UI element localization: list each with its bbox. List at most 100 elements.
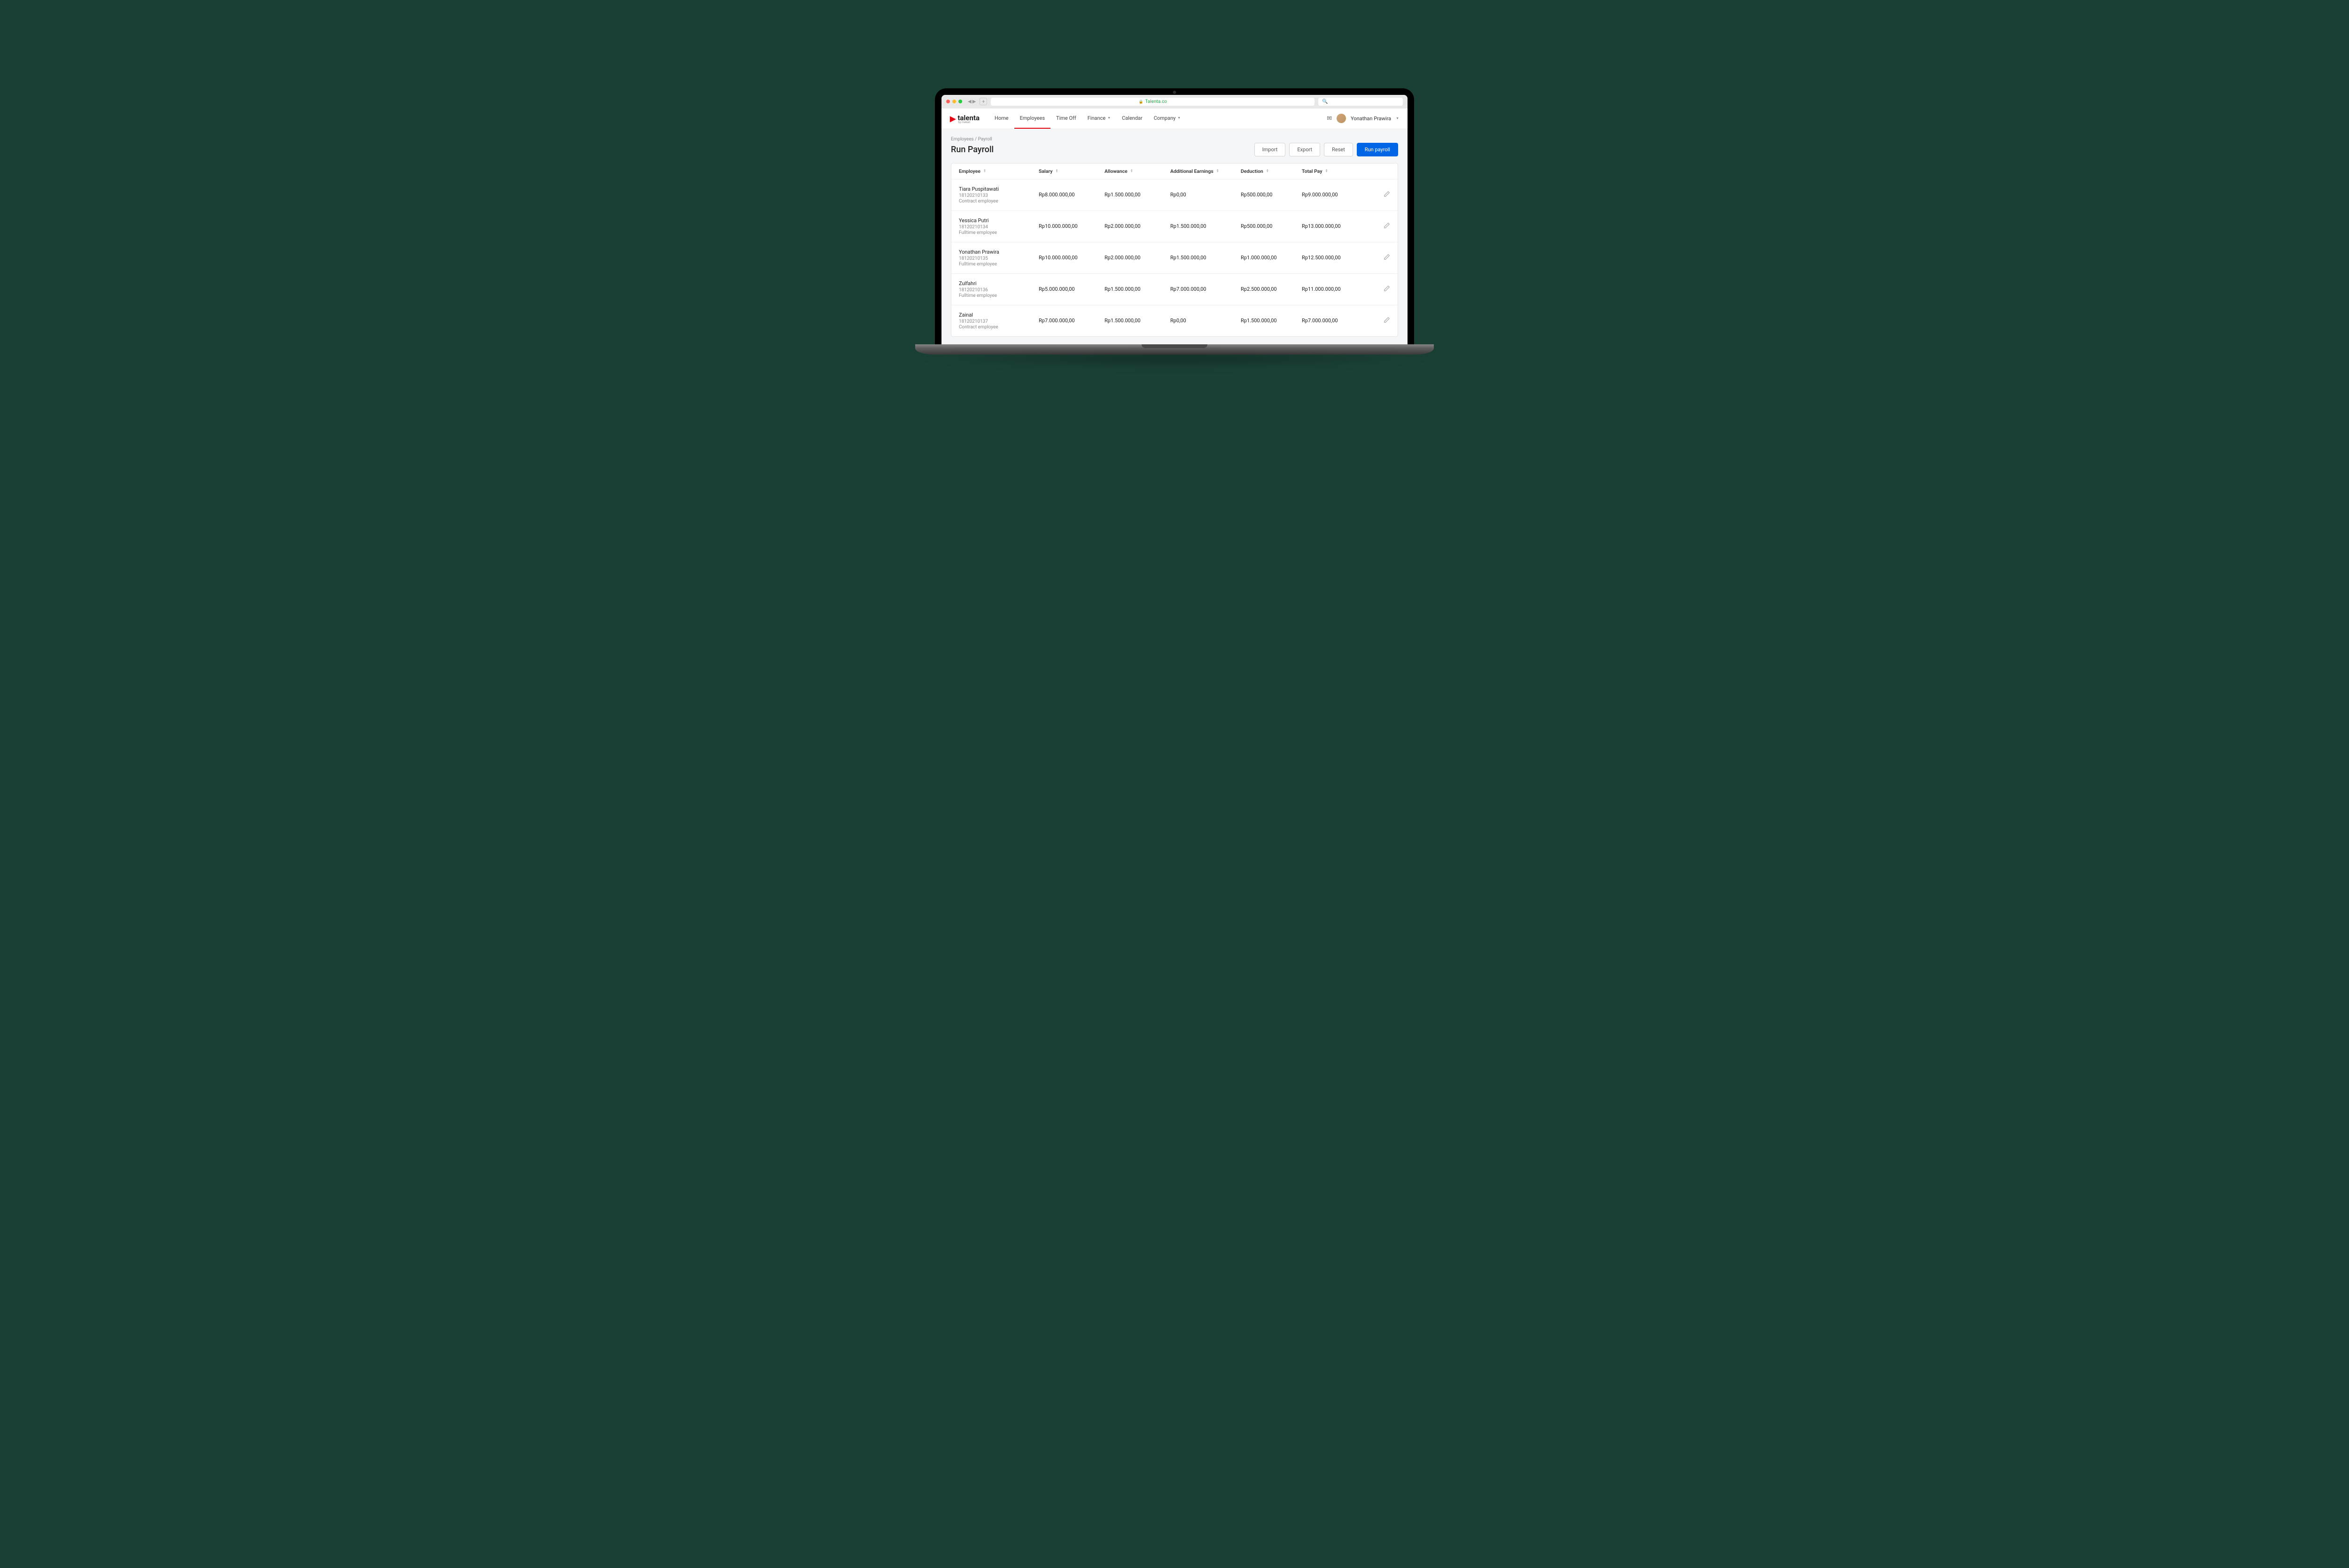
maximize-window-icon[interactable] <box>958 100 962 103</box>
action-cell <box>1371 222 1390 230</box>
employee-cell: Zainal18120210137Contract employee <box>959 312 1039 330</box>
nav-company[interactable]: Company▼ <box>1148 109 1186 129</box>
edit-icon[interactable] <box>1384 256 1390 262</box>
user-name: Yonathan Prawira <box>1351 116 1391 122</box>
deduction-cell: Rp500.000,00 <box>1241 223 1302 229</box>
employee-type: Fulltime employee <box>959 230 1039 235</box>
nav-employees[interactable]: Employees <box>1014 109 1050 129</box>
employee-type: Fulltime employee <box>959 262 1039 267</box>
browser-search[interactable]: 🔍 <box>1318 98 1403 106</box>
allowance-cell: Rp2.000.000,00 <box>1104 223 1170 229</box>
employee-id: 18120210134 <box>959 225 1039 230</box>
action-buttons: Import Export Reset Run payroll <box>1254 143 1398 156</box>
additional-cell: Rp1.500.000,00 <box>1170 223 1241 229</box>
employee-cell: Tiara Puspitawati18120210133Contract emp… <box>959 186 1039 204</box>
nav-timeoff[interactable]: Time Off <box>1050 109 1082 129</box>
nav-finance[interactable]: Finance▼ <box>1082 109 1116 129</box>
col-allowance[interactable]: Allowance▲▼ <box>1104 168 1170 174</box>
employee-name: Yessica Putri <box>959 217 1039 224</box>
laptop-screen: ◀ ▶ + 🔒 Talenta.co 🔍 ▶ talenta <box>935 88 1414 344</box>
total-cell: Rp9.000.000,00 <box>1302 192 1368 198</box>
nav-home[interactable]: Home <box>989 109 1014 129</box>
total-cell: Rp12.500.000,00 <box>1302 255 1368 261</box>
edit-icon[interactable] <box>1384 193 1390 199</box>
table-row: Zainal18120210137Contract employeeRp7.00… <box>951 305 1398 336</box>
url-bar[interactable]: 🔒 Talenta.co <box>991 98 1315 106</box>
edit-icon[interactable] <box>1384 224 1390 230</box>
total-cell: Rp7.000.000,00 <box>1302 318 1368 324</box>
employee-cell: Zulfahri18120210136Fulltime employee <box>959 280 1039 298</box>
nav-calendar[interactable]: Calendar <box>1116 109 1148 129</box>
deduction-cell: Rp2.500.000,00 <box>1241 286 1302 292</box>
lock-icon: 🔒 <box>1139 100 1143 104</box>
salary-cell: Rp7.000.000,00 <box>1039 318 1104 324</box>
employee-name: Zainal <box>959 312 1039 318</box>
allowance-cell: Rp2.000.000,00 <box>1104 255 1170 261</box>
payroll-table: Employee▲▼ Salary▲▼ Allowance▲▼ Addition… <box>951 163 1398 337</box>
new-tab-button[interactable]: + <box>980 98 987 105</box>
sort-icon: ▲▼ <box>1266 169 1269 173</box>
page-content: Employees / Payroll Run Payroll Import E… <box>941 129 1408 344</box>
col-deduction[interactable]: Deduction▲▼ <box>1241 168 1302 174</box>
logo[interactable]: ▶ talenta by mekari <box>950 113 980 124</box>
close-window-icon[interactable] <box>946 100 950 103</box>
run-payroll-button[interactable]: Run payroll <box>1357 143 1398 156</box>
caret-down-icon[interactable]: ▼ <box>1396 116 1399 120</box>
deduction-cell: Rp1.000.000,00 <box>1241 255 1302 261</box>
caret-down-icon: ▼ <box>1107 116 1111 120</box>
additional-cell: Rp1.500.000,00 <box>1170 255 1241 261</box>
laptop-notch <box>1142 344 1207 348</box>
table-row: Tiara Puspitawati18120210133Contract emp… <box>951 179 1398 211</box>
edit-icon[interactable] <box>1384 287 1390 293</box>
salary-cell: Rp8.000.000,00 <box>1039 192 1104 198</box>
back-icon[interactable]: ◀ <box>968 99 972 104</box>
reset-button[interactable]: Reset <box>1324 143 1353 156</box>
allowance-cell: Rp1.500.000,00 <box>1104 286 1170 292</box>
col-additional[interactable]: Additional Earnings▲▼ <box>1170 168 1241 174</box>
sort-icon: ▲▼ <box>1130 169 1133 173</box>
salary-cell: Rp10.000.000,00 <box>1039 255 1104 261</box>
employee-name: Zulfahri <box>959 280 1039 287</box>
col-employee[interactable]: Employee▲▼ <box>959 168 1039 174</box>
col-salary[interactable]: Salary▲▼ <box>1039 168 1104 174</box>
col-total[interactable]: Total Pay▲▼ <box>1302 168 1368 174</box>
total-cell: Rp11.000.000,00 <box>1302 286 1368 292</box>
mail-icon[interactable]: ✉ <box>1327 115 1332 122</box>
nav-items: Home Employees Time Off Finance▼ Calenda… <box>989 109 1186 129</box>
salary-cell: Rp10.000.000,00 <box>1039 223 1104 229</box>
sort-icon: ▲▼ <box>983 169 986 173</box>
shadow <box>907 355 1442 369</box>
avatar[interactable] <box>1337 114 1346 123</box>
salary-cell: Rp5.000.000,00 <box>1039 286 1104 292</box>
app-content: ▶ talenta by mekari Home Employees Time … <box>941 109 1408 344</box>
edit-icon[interactable] <box>1384 318 1390 325</box>
laptop-frame: ◀ ▶ + 🔒 Talenta.co 🔍 ▶ talenta <box>935 88 1414 369</box>
employee-type: Fulltime employee <box>959 293 1039 298</box>
employee-name: Tiara Puspitawati <box>959 186 1039 192</box>
page-title: Run Payroll <box>951 145 994 155</box>
employee-id: 18120210135 <box>959 256 1039 261</box>
forward-icon[interactable]: ▶ <box>972 99 976 104</box>
minimize-window-icon[interactable] <box>952 100 956 103</box>
browser-chrome: ◀ ▶ + 🔒 Talenta.co 🔍 <box>941 95 1408 109</box>
search-icon: 🔍 <box>1322 99 1328 104</box>
table-row: Zulfahri18120210136Fulltime employeeRp5.… <box>951 274 1398 305</box>
user-area: ✉ Yonathan Prawira ▼ <box>1327 114 1399 123</box>
additional-cell: Rp0,00 <box>1170 192 1241 198</box>
breadcrumb: Employees / Payroll <box>951 137 1398 142</box>
sort-icon: ▲▼ <box>1325 169 1328 173</box>
employee-type: Contract employee <box>959 325 1039 330</box>
action-cell <box>1371 254 1390 262</box>
camera <box>1173 91 1176 94</box>
additional-cell: Rp0,00 <box>1170 318 1241 324</box>
laptop-base <box>915 344 1434 355</box>
employee-type: Contract employee <box>959 199 1039 204</box>
export-button[interactable]: Export <box>1289 143 1320 156</box>
sort-icon: ▲▼ <box>1056 169 1058 173</box>
additional-cell: Rp7.000.000,00 <box>1170 286 1241 292</box>
import-button[interactable]: Import <box>1254 143 1286 156</box>
employee-id: 18120210137 <box>959 319 1039 324</box>
employee-id: 18120210133 <box>959 193 1039 198</box>
deduction-cell: Rp500.000,00 <box>1241 192 1302 198</box>
top-nav: ▶ talenta by mekari Home Employees Time … <box>941 109 1408 129</box>
